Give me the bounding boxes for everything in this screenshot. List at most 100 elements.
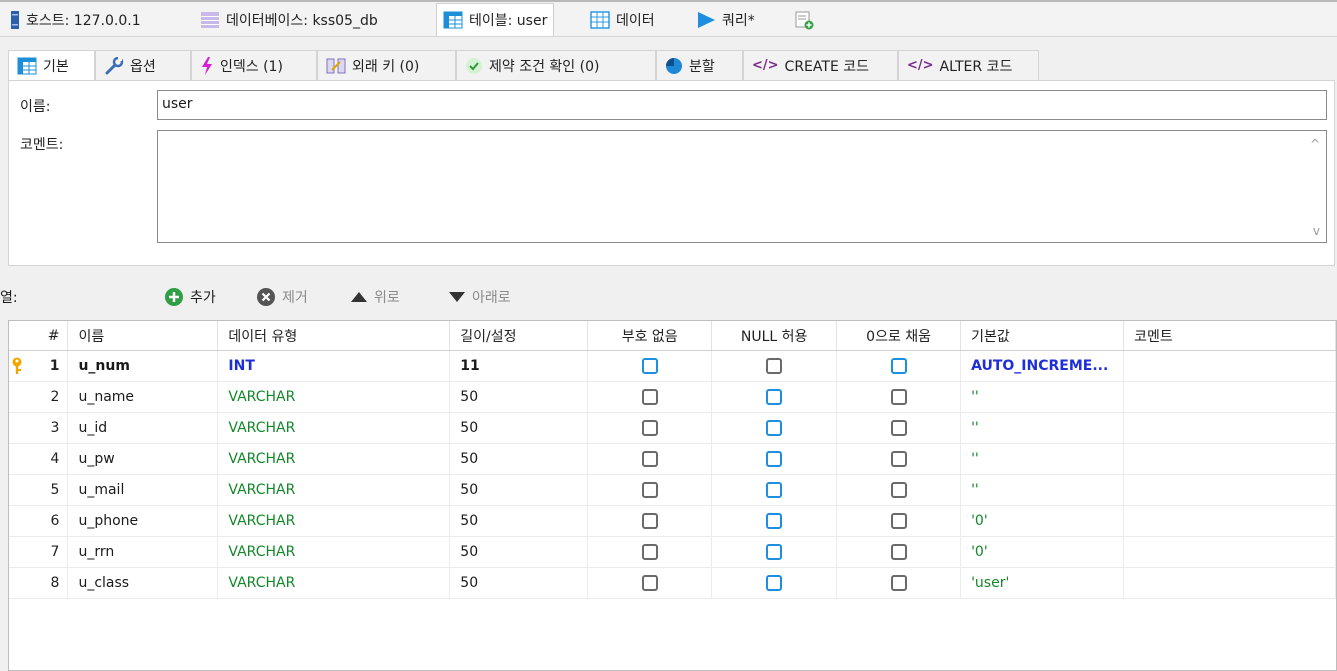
checkbox-cell-unsigned[interactable] — [587, 505, 713, 537]
table-row[interactable]: 5 u_mail VARCHAR 50 '' — [9, 474, 1336, 506]
checkbox-cell-unsigned[interactable] — [587, 567, 713, 599]
checkbox-cell-zerofill[interactable] — [836, 381, 962, 413]
column-default-cell[interactable]: '' — [960, 381, 1125, 413]
table-row[interactable]: 7 u_rrn VARCHAR 50 '0' — [9, 536, 1336, 568]
nullable-checkbox[interactable] — [766, 544, 783, 560]
unsigned-checkbox[interactable] — [641, 451, 658, 467]
nullable-checkbox[interactable] — [766, 420, 783, 436]
subtab-indexes[interactable]: 인덱스 (1) — [191, 50, 317, 80]
nullable-checkbox[interactable] — [766, 389, 783, 405]
column-type-cell[interactable]: VARCHAR — [217, 567, 451, 599]
checkbox-cell-zerofill[interactable] — [836, 567, 962, 599]
column-length-cell[interactable]: 11 — [449, 350, 589, 382]
zerofill-checkbox[interactable] — [890, 451, 907, 467]
column-type-cell[interactable]: VARCHAR — [217, 474, 451, 506]
column-default-cell[interactable]: '0' — [960, 505, 1125, 537]
column-type-cell[interactable]: VARCHAR — [217, 443, 451, 475]
checkbox-cell-nullable[interactable] — [711, 381, 838, 413]
checkbox-cell-zerofill[interactable] — [836, 412, 962, 444]
tab-query[interactable]: 쿼리* — [690, 4, 761, 35]
header-name[interactable]: 이름 — [67, 321, 219, 351]
subtab-alter-code[interactable]: </> ALTER 코드 — [898, 50, 1039, 80]
checkbox-cell-zerofill[interactable] — [836, 350, 962, 382]
checkbox-cell-unsigned[interactable] — [587, 412, 713, 444]
checkbox-cell-unsigned[interactable] — [587, 443, 713, 475]
zerofill-checkbox[interactable] — [890, 358, 907, 374]
move-down-button[interactable]: 아래로 — [448, 282, 511, 312]
column-default-cell[interactable]: '' — [960, 474, 1125, 506]
column-name-cell[interactable]: u_pw — [67, 443, 219, 475]
column-comment-cell[interactable] — [1123, 474, 1336, 506]
column-length-cell[interactable]: 50 — [449, 412, 589, 444]
zerofill-checkbox[interactable] — [890, 513, 907, 529]
checkbox-cell-zerofill[interactable] — [836, 474, 962, 506]
tab-host[interactable]: 호스트: 127.0.0.1 — [4, 4, 147, 35]
remove-column-button[interactable]: 제거 — [256, 282, 308, 312]
unsigned-checkbox[interactable] — [641, 575, 658, 591]
column-comment-cell[interactable] — [1123, 381, 1336, 413]
subtab-options[interactable]: 옵션 — [95, 50, 191, 80]
checkbox-cell-unsigned[interactable] — [587, 381, 713, 413]
table-name-input[interactable]: user — [157, 90, 1327, 120]
table-row[interactable]: 4 u_pw VARCHAR 50 '' — [9, 443, 1336, 475]
unsigned-checkbox[interactable] — [641, 482, 658, 498]
unsigned-checkbox[interactable] — [641, 389, 658, 405]
column-name-cell[interactable]: u_num — [67, 350, 219, 382]
header-data-type[interactable]: 데이터 유형 — [217, 321, 451, 351]
table-comment-textarea[interactable]: ^ v — [157, 130, 1327, 243]
subtab-basic[interactable]: 기본 — [8, 50, 95, 81]
zerofill-checkbox[interactable] — [890, 389, 907, 405]
checkbox-cell-nullable[interactable] — [711, 474, 838, 506]
column-comment-cell[interactable] — [1123, 350, 1336, 382]
column-type-cell[interactable]: VARCHAR — [217, 505, 451, 537]
column-name-cell[interactable]: u_mail — [67, 474, 219, 506]
checkbox-cell-nullable[interactable] — [711, 505, 838, 537]
tab-data[interactable]: 데이터 — [584, 4, 661, 35]
column-default-cell[interactable]: 'user' — [960, 567, 1125, 599]
column-length-cell[interactable]: 50 — [449, 474, 589, 506]
column-type-cell[interactable]: INT — [217, 350, 451, 382]
subtab-check-constraints[interactable]: 제약 조건 확인 (0) — [456, 50, 656, 80]
unsigned-checkbox[interactable] — [641, 420, 658, 436]
nullable-checkbox[interactable] — [766, 451, 783, 467]
table-row[interactable]: 2 u_name VARCHAR 50 '' — [9, 381, 1336, 413]
header-zerofill[interactable]: 0으로 채움 — [836, 321, 962, 351]
checkbox-cell-nullable[interactable] — [711, 412, 838, 444]
column-name-cell[interactable]: u_phone — [67, 505, 219, 537]
table-row[interactable]: 1 u_num INT 11 AUTO_INCREME... — [9, 350, 1336, 382]
nullable-checkbox[interactable] — [766, 482, 783, 498]
nullable-checkbox[interactable] — [766, 513, 783, 529]
nullable-checkbox[interactable] — [766, 575, 783, 591]
column-default-cell[interactable]: '0' — [960, 536, 1125, 568]
zerofill-checkbox[interactable] — [890, 544, 907, 560]
add-column-button[interactable]: 추가 — [164, 282, 216, 312]
column-length-cell[interactable]: 50 — [449, 443, 589, 475]
unsigned-checkbox[interactable] — [641, 513, 658, 529]
subtab-create-code[interactable]: </> CREATE 코드 — [743, 50, 898, 80]
tab-database[interactable]: 데이터베이스: kss05_db — [194, 4, 384, 35]
scroll-down-arrow-icon[interactable]: v — [1313, 224, 1320, 238]
column-length-cell[interactable]: 50 — [449, 536, 589, 568]
column-name-cell[interactable]: u_rrn — [67, 536, 219, 568]
unsigned-checkbox[interactable] — [641, 544, 658, 560]
column-comment-cell[interactable] — [1123, 412, 1336, 444]
checkbox-cell-zerofill[interactable] — [836, 443, 962, 475]
checkbox-cell-nullable[interactable] — [711, 536, 838, 568]
subtab-partitions[interactable]: 분할 — [656, 50, 743, 80]
header-allow-null[interactable]: NULL 허용 — [711, 321, 838, 351]
column-name-cell[interactable]: u_name — [67, 381, 219, 413]
header-default[interactable]: 기본값 — [960, 321, 1125, 351]
zerofill-checkbox[interactable] — [890, 575, 907, 591]
tab-table[interactable]: 테이블: user — [436, 3, 555, 36]
column-default-cell[interactable]: AUTO_INCREME... — [960, 350, 1125, 382]
column-name-cell[interactable]: u_id — [67, 412, 219, 444]
column-comment-cell[interactable] — [1123, 567, 1336, 599]
table-row[interactable]: 6 u_phone VARCHAR 50 '0' — [9, 505, 1336, 537]
column-length-cell[interactable]: 50 — [449, 381, 589, 413]
table-row[interactable]: 8 u_class VARCHAR 50 'user' — [9, 567, 1336, 599]
column-comment-cell[interactable] — [1123, 443, 1336, 475]
header-comment[interactable]: 코멘트 — [1123, 321, 1336, 351]
new-query-tab-button[interactable] — [788, 4, 820, 35]
column-type-cell[interactable]: VARCHAR — [217, 536, 451, 568]
header-unsigned[interactable]: 부호 없음 — [587, 321, 713, 351]
